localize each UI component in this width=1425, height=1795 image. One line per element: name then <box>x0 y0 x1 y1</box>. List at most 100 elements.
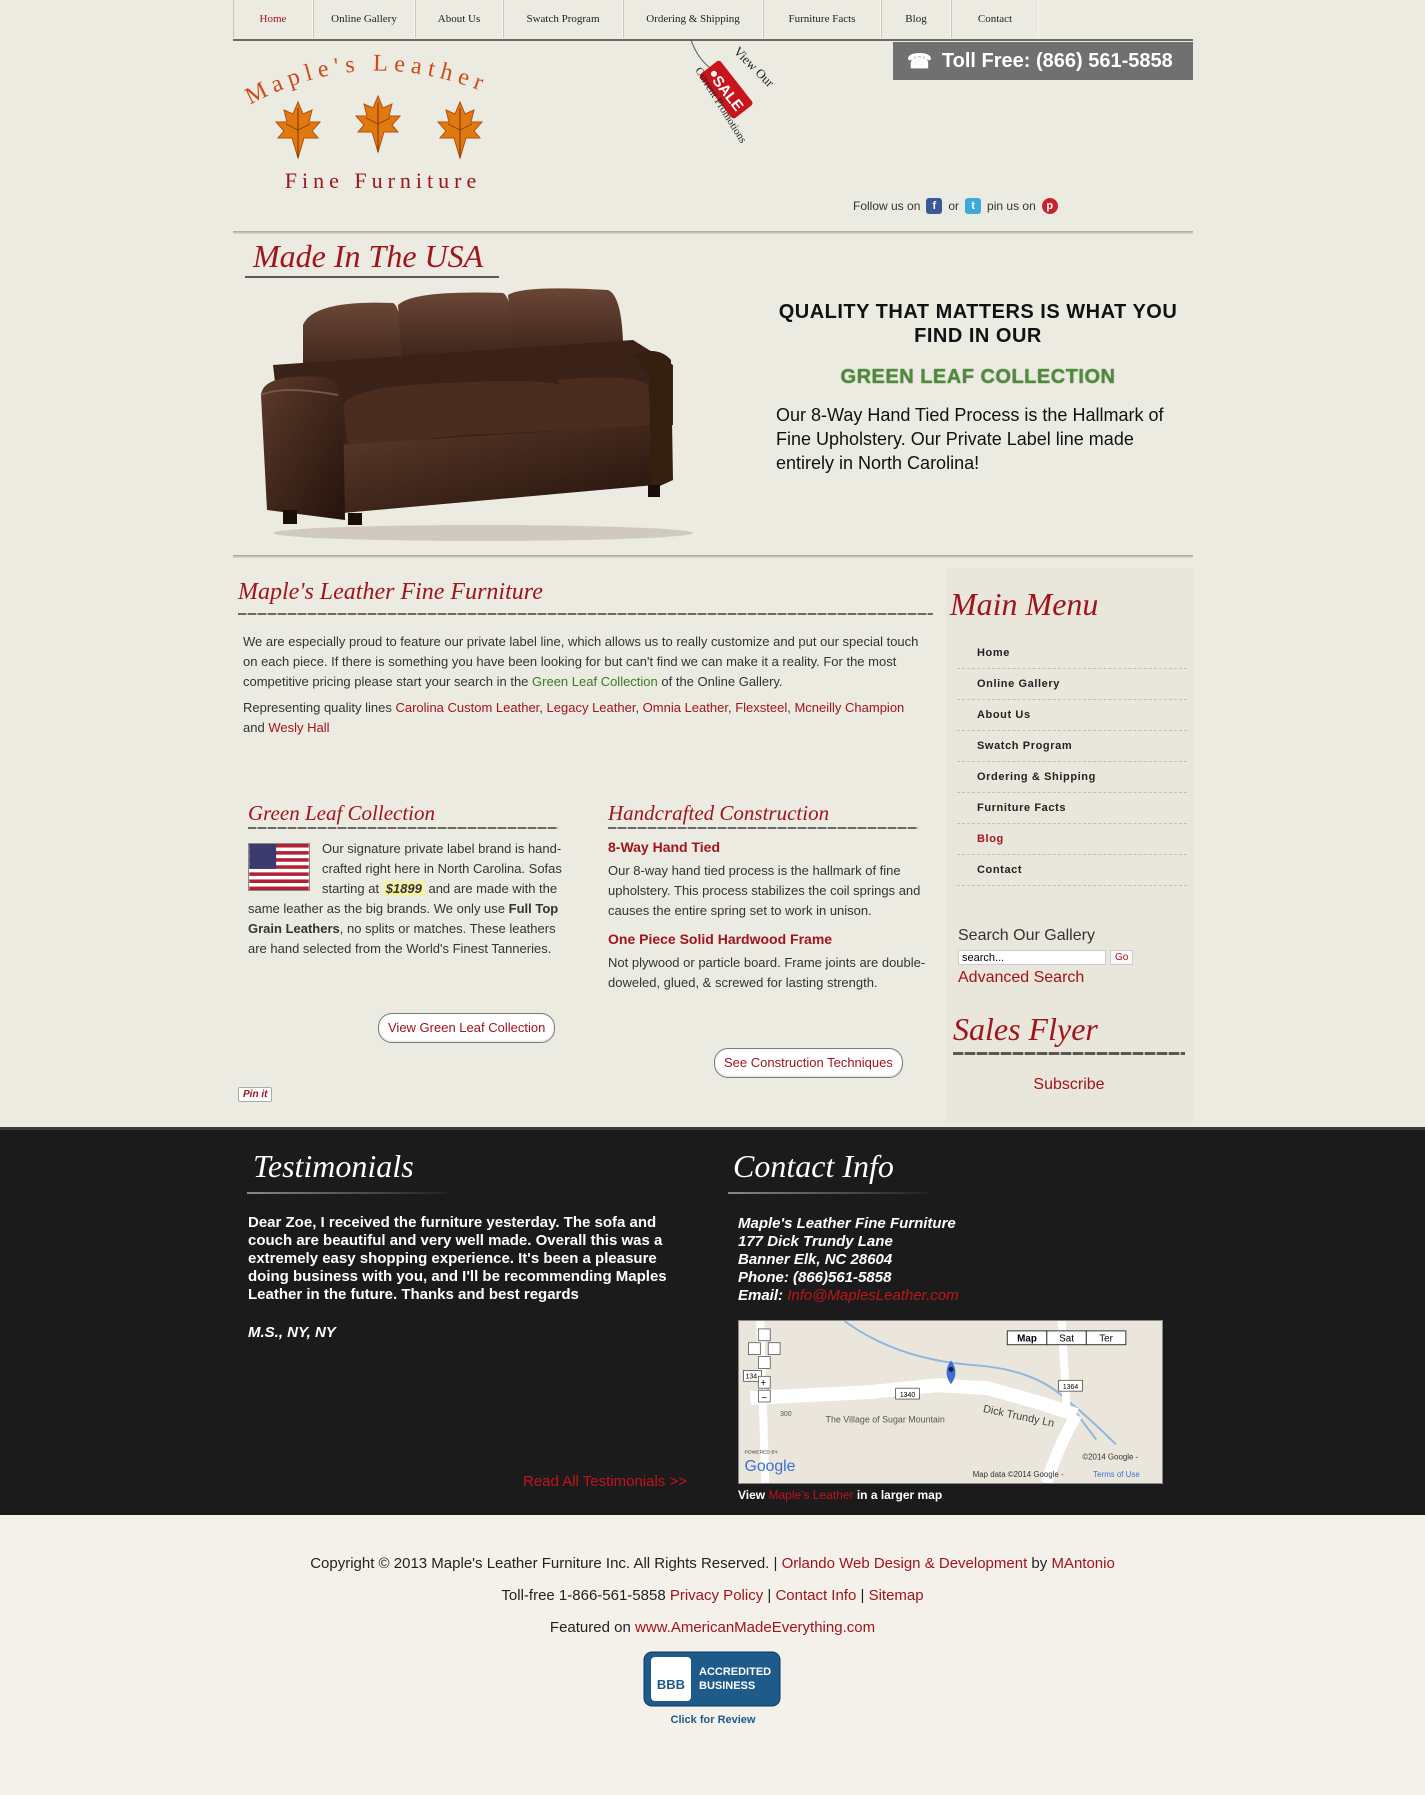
location-map[interactable]: Dick Trundy Ln The Village of Sugar Moun… <box>738 1320 1163 1484</box>
leather-sofa-image[interactable] <box>253 285 703 545</box>
sidebar-item-swatch-program[interactable]: Swatch Program <box>957 731 1187 762</box>
pinterest-icon[interactable]: p <box>1041 198 1058 214</box>
google-logo[interactable]: Google <box>745 1458 796 1475</box>
nav-home[interactable]: Home <box>233 0 313 38</box>
bbb-line-2: BUSINESS <box>699 1680 755 1692</box>
copyright-line: Copyright © 2013 Maple's Leather Furnitu… <box>0 1555 1425 1572</box>
intro-text-b: of the Online Gallery. <box>657 674 783 689</box>
brand-link-wesly-hall[interactable]: Wesly Hall <box>268 720 329 735</box>
larger-map-link[interactable]: Maple's Leather <box>768 1488 853 1502</box>
brand-link-omnia[interactable]: Omnia Leather <box>643 700 728 715</box>
american-made-link[interactable]: www.AmericanMadeEverything.com <box>635 1619 875 1636</box>
view-green-leaf-button[interactable]: View Green Leaf Collection <box>378 1013 556 1043</box>
email-link[interactable]: Info@MaplesLeather.com <box>787 1287 958 1304</box>
construction-title: Handcrafted Construction <box>608 801 830 825</box>
zoom-in-icon[interactable]: + <box>760 1378 766 1389</box>
facebook-icon[interactable]: f <box>926 198 943 214</box>
toll-free-banner[interactable]: ☎ Toll Free: (866) 561-5858 <box>893 42 1193 80</box>
tollfree-text: Toll-free 1-866-561-5858 <box>501 1587 670 1604</box>
copyright-text: Copyright © 2013 Maple's Leather Furnitu… <box>310 1555 782 1572</box>
map-button-satellite[interactable]: Sat <box>1059 1334 1074 1345</box>
sidebar-title: Main Menu <box>950 586 1099 622</box>
contact-underline <box>728 1192 928 1194</box>
map-terms-link[interactable]: Terms of Use <box>1093 1470 1140 1479</box>
zoom-out-icon[interactable]: − <box>761 1393 767 1404</box>
email-row: Email: Info@MaplesLeather.com <box>738 1287 959 1305</box>
city-address: Banner Elk, NC 28604 <box>738 1251 893 1268</box>
nav-about-us[interactable]: About Us <box>415 0 503 38</box>
map-route-134: 134 <box>746 1373 758 1380</box>
advanced-search-link[interactable]: Advanced Search <box>958 969 1084 987</box>
sidebar-item-furniture-facts[interactable]: Furniture Facts <box>957 793 1187 824</box>
phone-number: Phone: (866)561-5858 <box>738 1269 892 1286</box>
map-copyright: ©2014 Google - <box>1082 1452 1138 1461</box>
read-all-testimonials-link[interactable]: Read All Testimonials >> <box>523 1473 687 1490</box>
nav-online-gallery[interactable]: Online Gallery <box>313 0 415 38</box>
green-leaf-title: Green Leaf Collection <box>248 801 436 825</box>
site-logo[interactable]: Maple's Leather Fine Furniture <box>238 50 538 210</box>
sidebar-item-ordering-shipping[interactable]: Ordering & Shipping <box>957 762 1187 793</box>
sidebar-item-home[interactable]: Home <box>957 638 1187 669</box>
email-label: Email: <box>738 1287 788 1304</box>
pin-text: pin us on <box>987 199 1036 213</box>
view-text: View <box>738 1488 769 1502</box>
sitemap-link[interactable]: Sitemap <box>869 1587 924 1604</box>
brand-link-flexsteel[interactable]: Flexsteel <box>735 700 787 715</box>
main-title-underline <box>238 613 933 615</box>
larger-map-text: in a larger map <box>853 1488 943 1502</box>
green-leaf-collection-link[interactable]: Green Leaf Collection <box>532 674 658 689</box>
maple-leaf-icon <box>275 101 321 159</box>
brands-and: and <box>243 720 269 735</box>
search-input[interactable] <box>958 950 1106 965</box>
hero-text-block: QUALITY THAT MATTERS IS WHAT YOU FIND IN… <box>768 300 1188 475</box>
bbb-line-1: ACCREDITED <box>699 1666 771 1678</box>
or-text: or <box>948 199 960 213</box>
privacy-policy-link[interactable]: Privacy Policy <box>670 1587 763 1604</box>
sidebar-menu: Home Online Gallery About Us Swatch Prog… <box>957 638 1187 886</box>
main-title: Maple's Leather Fine Furniture <box>238 579 543 605</box>
bbb-accredited-badge[interactable]: BBB ACCREDITED BUSINESS Click for Review <box>643 1651 783 1733</box>
map-route-1364: 1364 <box>1063 1384 1079 1391</box>
map-button-map[interactable]: Map <box>1017 1334 1037 1345</box>
sale-tag[interactable]: SALE View Our Current Promotions <box>673 40 803 160</box>
nav-swatch-program[interactable]: Swatch Program <box>503 0 623 38</box>
testimonials-title: Testimonials <box>253 1148 414 1184</box>
sidebar: Main Menu Home Online Gallery About Us S… <box>945 568 1193 1123</box>
intro-text: We are especially proud to feature our p… <box>243 632 923 744</box>
street-address: 177 Dick Trundy Lane <box>738 1233 893 1250</box>
testimonials-underline <box>247 1192 447 1194</box>
sidebar-item-about-us[interactable]: About Us <box>957 700 1187 731</box>
nav-blog[interactable]: Blog <box>881 0 951 38</box>
nav-furniture-facts[interactable]: Furniture Facts <box>763 0 881 38</box>
nav-contact[interactable]: Contact <box>951 0 1039 38</box>
bbb-review-link[interactable]: Click for Review <box>671 1714 756 1726</box>
intro-paragraph: We are especially proud to feature our p… <box>243 632 923 692</box>
bbb-logo-icon: BBB <box>657 1677 685 1692</box>
twitter-icon[interactable]: t <box>965 198 982 214</box>
hero-divider-top <box>233 231 1193 234</box>
featured-line: Featured on www.AmericanMadeEverything.c… <box>0 1619 1425 1636</box>
subscribe-link[interactable]: Subscribe <box>945 1076 1193 1094</box>
green-leaf-section: Green Leaf Collection Our signature priv… <box>248 801 568 1043</box>
sidebar-item-online-gallery[interactable]: Online Gallery <box>957 669 1187 700</box>
brand-link-legacy[interactable]: Legacy Leather <box>547 700 636 715</box>
sidebar-item-contact[interactable]: Contact <box>957 855 1187 886</box>
hero-divider-bottom <box>233 555 1193 558</box>
hero-collection-link[interactable]: GREEN LEAF COLLECTION <box>768 366 1188 389</box>
brand-link-mcneilly[interactable]: Mcneilly Champion <box>794 700 904 715</box>
follow-text: Follow us on <box>853 199 921 213</box>
web-design-link[interactable]: Orlando Web Design & Development <box>782 1555 1028 1572</box>
maple-leaf-icon <box>355 95 401 153</box>
see-construction-button[interactable]: See Construction Techniques <box>714 1048 903 1078</box>
search-go-button[interactable]: Go <box>1110 950 1134 965</box>
search-label: Search Our Gallery <box>958 927 1095 944</box>
brand-link-carolina[interactable]: Carolina Custom Leather <box>395 700 539 715</box>
hardwood-frame-subhead: One Piece Solid Hardwood Frame <box>608 931 833 947</box>
mantonio-link[interactable]: MAntonio <box>1051 1555 1114 1572</box>
powered-by-text: POWERED BY <box>745 1449 779 1455</box>
footer-contact-link[interactable]: Contact Info <box>775 1587 856 1604</box>
sidebar-item-blog[interactable]: Blog <box>957 824 1187 855</box>
pin-it-button[interactable]: Pin it <box>238 1087 273 1102</box>
map-button-terrain[interactable]: Ter <box>1099 1334 1113 1345</box>
nav-ordering-shipping[interactable]: Ordering & Shipping <box>623 0 763 38</box>
